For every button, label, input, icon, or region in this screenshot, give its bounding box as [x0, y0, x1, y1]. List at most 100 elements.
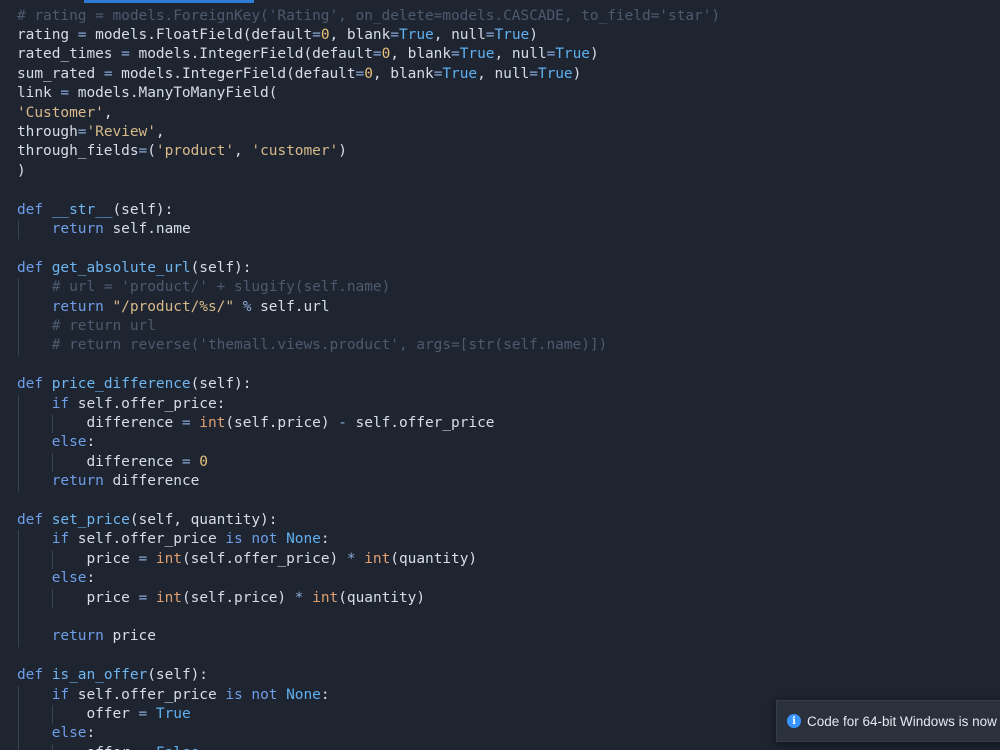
code-token: =	[312, 26, 321, 43]
code-token: True	[155, 705, 191, 722]
code-token: True	[494, 26, 530, 43]
code-token: =	[451, 46, 460, 63]
code-token: models.IntegerField(default	[129, 46, 373, 63]
code-token: , null	[433, 26, 486, 43]
code-token: (self):	[190, 259, 252, 276]
code-token: def	[17, 667, 52, 684]
code-token: self.name	[112, 220, 191, 237]
code-token: set_price	[51, 511, 130, 528]
code-token: )	[338, 143, 347, 160]
code-token: (self):	[190, 376, 252, 393]
code-token: ,	[155, 123, 165, 140]
code-line: through_fields=('product', 'customer')	[17, 142, 347, 161]
code-token: models.IntegerField(default	[112, 65, 356, 82]
code-token: (self, quantity):	[129, 511, 278, 528]
code-token: :	[86, 434, 96, 451]
code-token: if	[51, 395, 78, 412]
code-line: return difference	[17, 472, 200, 491]
code-line: else:	[17, 724, 95, 743]
code-token: models.FloatField(default	[86, 26, 313, 43]
code-line: price = int(self.price) * int(quantity)	[17, 589, 425, 608]
code-editor[interactable]: # rating = models.ForeignKey('Rating', o…	[0, 0, 1000, 750]
code-line: through='Review',	[17, 123, 165, 142]
code-line: link = models.ManyToManyField(	[17, 84, 277, 103]
code-token: =	[181, 414, 191, 431]
code-line: # url = 'product/' + slugify(self.name)	[17, 278, 391, 297]
code-token: __str__	[51, 201, 113, 218]
code-line: rated_times = models.IntegerField(defaul…	[17, 45, 599, 64]
code-token: 0	[320, 26, 330, 43]
code-token: # return reverse('themall.views.product'…	[51, 337, 608, 354]
code-token: :	[320, 686, 330, 703]
code-line: def price_difference(self):	[17, 375, 251, 394]
info-icon: i	[787, 714, 801, 728]
code-token: =	[138, 550, 148, 567]
code-line: price = int(self.offer_price) * int(quan…	[17, 550, 477, 569]
code-line: 'Customer',	[17, 104, 113, 123]
code-token: , blank	[329, 26, 391, 43]
code-line: # rating = models.ForeignKey('Rating', o…	[17, 7, 720, 26]
code-line: if self.offer_price is not None:	[17, 686, 330, 705]
indent-guide	[51, 413, 53, 434]
code-token: self.offer_price:	[77, 395, 226, 412]
code-token: 'Review'	[86, 123, 156, 140]
code-token: True	[442, 65, 478, 82]
code-token: )	[17, 162, 26, 179]
indent-guide	[51, 452, 53, 473]
code-line: offer = True	[17, 705, 191, 724]
indent-guide	[18, 530, 19, 647]
code-line: difference = int(self.price) - self.offe…	[17, 414, 494, 433]
code-token: , blank	[372, 65, 434, 82]
code-token: :	[86, 725, 96, 742]
indent-guide	[18, 219, 19, 240]
code-line: # return reverse('themall.views.product'…	[17, 336, 608, 355]
code-token: True	[537, 65, 573, 82]
code-token: True	[459, 46, 495, 63]
code-token: # rating = models.ForeignKey('Rating', o…	[17, 7, 721, 24]
indent-guide	[18, 394, 19, 492]
indent-guide	[18, 685, 19, 750]
code-token: , null	[494, 46, 547, 63]
code-token: *	[346, 550, 356, 567]
code-token: def	[17, 201, 52, 218]
code-token: int	[364, 550, 391, 567]
notification-text: Code for 64-bit Windows is now a	[807, 713, 1000, 729]
code-token: 'customer'	[251, 143, 339, 160]
code-token: int	[155, 550, 182, 567]
code-token: def	[17, 259, 52, 276]
code-token: , null	[477, 65, 530, 82]
code-token: difference	[17, 453, 182, 470]
code-token: =	[103, 65, 113, 82]
code-token: =	[138, 143, 148, 160]
code-token: (self.offer_price)	[181, 550, 347, 567]
code-token: True	[555, 46, 590, 63]
code-token: 0	[381, 46, 391, 63]
code-line: return "/product/%s/" % self.url	[17, 298, 330, 317]
code-token: 0	[364, 65, 373, 82]
code-token: is not	[225, 531, 287, 548]
code-token: get_absolute_url	[51, 259, 191, 276]
code-token: self.url	[251, 298, 330, 315]
code-token: , blank	[390, 46, 452, 63]
code-token: 'product'	[155, 143, 235, 160]
code-token: price	[112, 628, 156, 645]
notification-toast[interactable]: i Code for 64-bit Windows is now a	[776, 700, 1000, 742]
code-line: def is_an_offer(self):	[17, 666, 208, 685]
indent-guide	[51, 549, 53, 570]
code-line: # return url	[17, 317, 156, 336]
code-token: rated_times	[17, 46, 122, 63]
code-token: :	[86, 570, 96, 587]
code-token: return	[51, 473, 113, 490]
code-token: =	[181, 453, 191, 470]
code-token: (self.price)	[225, 414, 339, 431]
code-token: =	[390, 26, 399, 43]
